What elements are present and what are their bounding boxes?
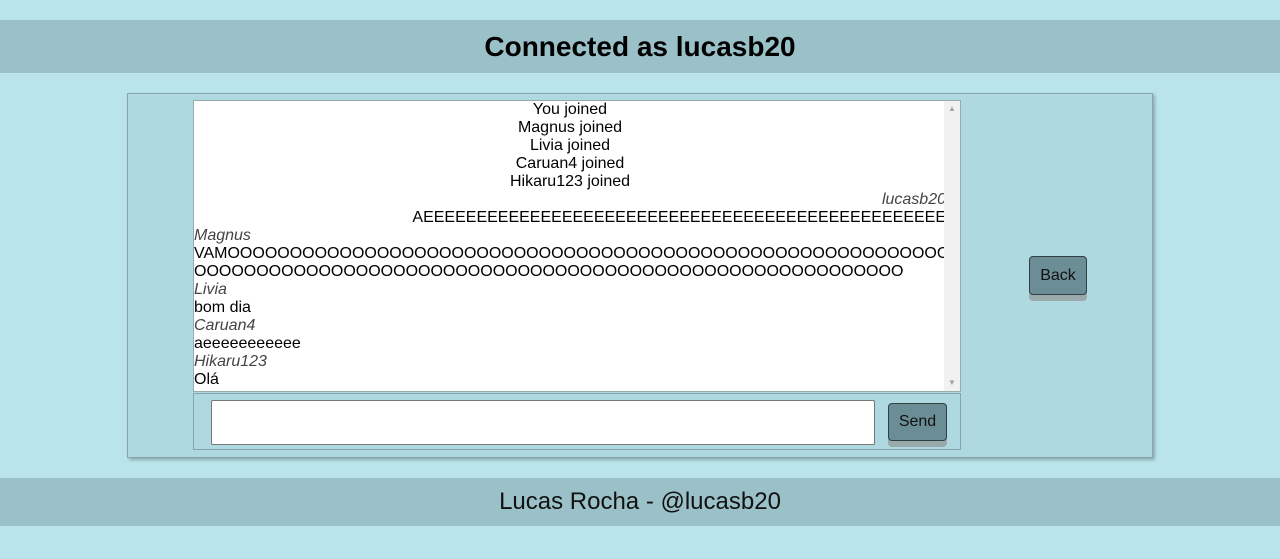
- system-message: Caruan4 joined: [515, 155, 625, 172]
- system-message: You joined: [532, 101, 608, 118]
- message-text: bom dia: [194, 299, 251, 316]
- message-author: Livia: [194, 281, 227, 298]
- message-composer: Send: [193, 393, 961, 450]
- system-message: Hikaru123 joined: [509, 173, 631, 190]
- message-text: AEEEEEEEEEEEEEEEEEEEEEEEEEEEEEEEEEEEEEEE…: [412, 209, 946, 226]
- message-text: aeeeeeeeeeee: [194, 335, 301, 352]
- message-input[interactable]: [211, 400, 875, 445]
- back-button[interactable]: Back: [1029, 256, 1087, 295]
- scroll-down-arrow-icon[interactable]: ▼: [944, 375, 960, 391]
- page-footer: Lucas Rocha - @lucasb20: [0, 478, 1280, 526]
- chat-log[interactable]: You joined Magnus joined Livia joined Ca…: [193, 100, 961, 392]
- message-text: Olá: [194, 371, 219, 388]
- footer-credit: Lucas Rocha - @lucasb20: [499, 488, 781, 515]
- message-text-continued: OOOOOOOOOOOOOOOOOOOOOOOOOOOOOOOOOOOOOOOO…: [194, 263, 904, 280]
- chat-messages: You joined Magnus joined Livia joined Ca…: [194, 101, 946, 391]
- system-message: Livia joined: [529, 137, 611, 154]
- message-text: VAMOOOOOOOOOOOOOOOOOOOOOOOOOOOOOOOOOOOOO…: [194, 245, 946, 262]
- message-author: Caruan4: [194, 317, 256, 334]
- scroll-up-arrow-icon[interactable]: ▲: [944, 101, 960, 117]
- message-author: Magnus: [194, 227, 251, 244]
- message-author: Hikaru123: [194, 353, 267, 370]
- chat-scrollbar[interactable]: ▲ ▼: [944, 101, 960, 391]
- system-message: Magnus joined: [517, 119, 623, 136]
- message-author: lucasb20: [881, 191, 946, 208]
- page-header: Connected as lucasb20: [0, 20, 1280, 73]
- page-title: Connected as lucasb20: [484, 30, 796, 62]
- send-button[interactable]: Send: [888, 403, 947, 441]
